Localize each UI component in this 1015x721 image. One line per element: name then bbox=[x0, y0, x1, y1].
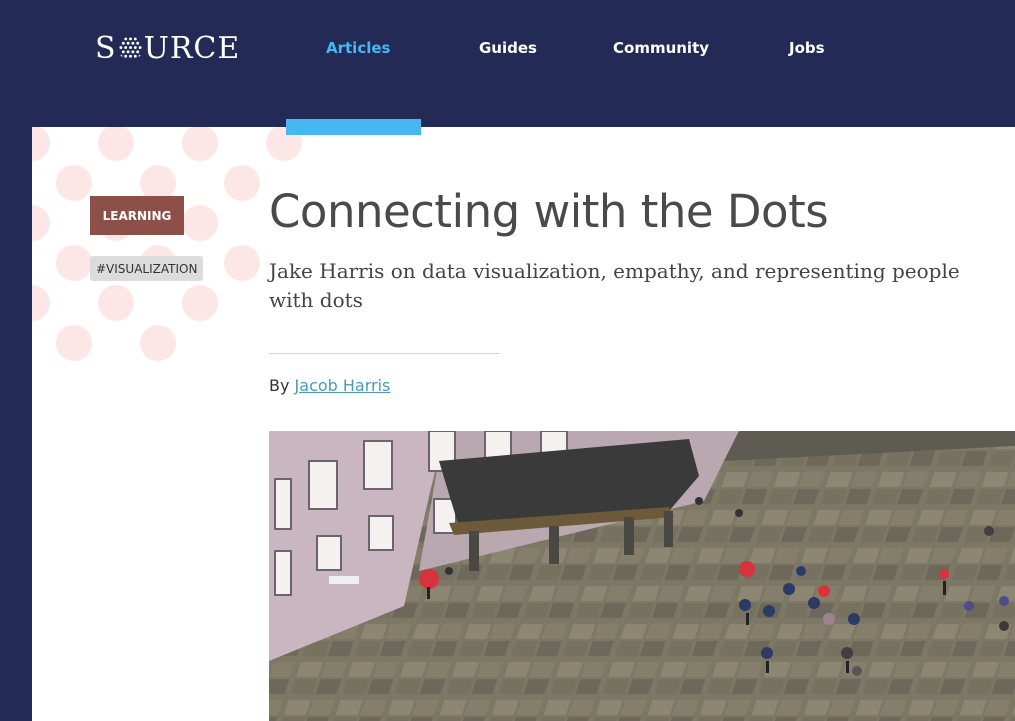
article-title: Connecting with the Dots bbox=[269, 185, 829, 238]
nav-guides[interactable]: Guides bbox=[479, 39, 537, 61]
hero-image bbox=[269, 431, 1015, 721]
divider bbox=[269, 353, 500, 354]
article-subtitle: Jake Harris on data visualization, empat… bbox=[269, 259, 960, 312]
article-card: LEARNING #VISUALIZATION Connecting with … bbox=[32, 127, 1015, 721]
author-link[interactable]: Jacob Harris bbox=[295, 376, 391, 395]
source-logo[interactable]: S URCE bbox=[95, 30, 241, 66]
active-nav-indicator bbox=[286, 119, 421, 135]
category-tag[interactable]: LEARNING bbox=[90, 196, 184, 235]
site-header: S URCE Articles Guides Community Jobs bbox=[0, 0, 1015, 127]
nav-articles[interactable]: Articles bbox=[326, 39, 390, 61]
logo-text-end: URCE bbox=[143, 30, 241, 66]
nav-community[interactable]: Community bbox=[613, 39, 709, 61]
logo-dot-globe-icon bbox=[119, 36, 142, 58]
nav-jobs[interactable]: Jobs bbox=[789, 39, 825, 61]
topic-tag[interactable]: #VISUALIZATION bbox=[90, 256, 204, 281]
logo-text-start: S bbox=[95, 30, 117, 66]
byline-prefix: By bbox=[269, 376, 290, 395]
byline: By Jacob Harris bbox=[269, 375, 390, 397]
